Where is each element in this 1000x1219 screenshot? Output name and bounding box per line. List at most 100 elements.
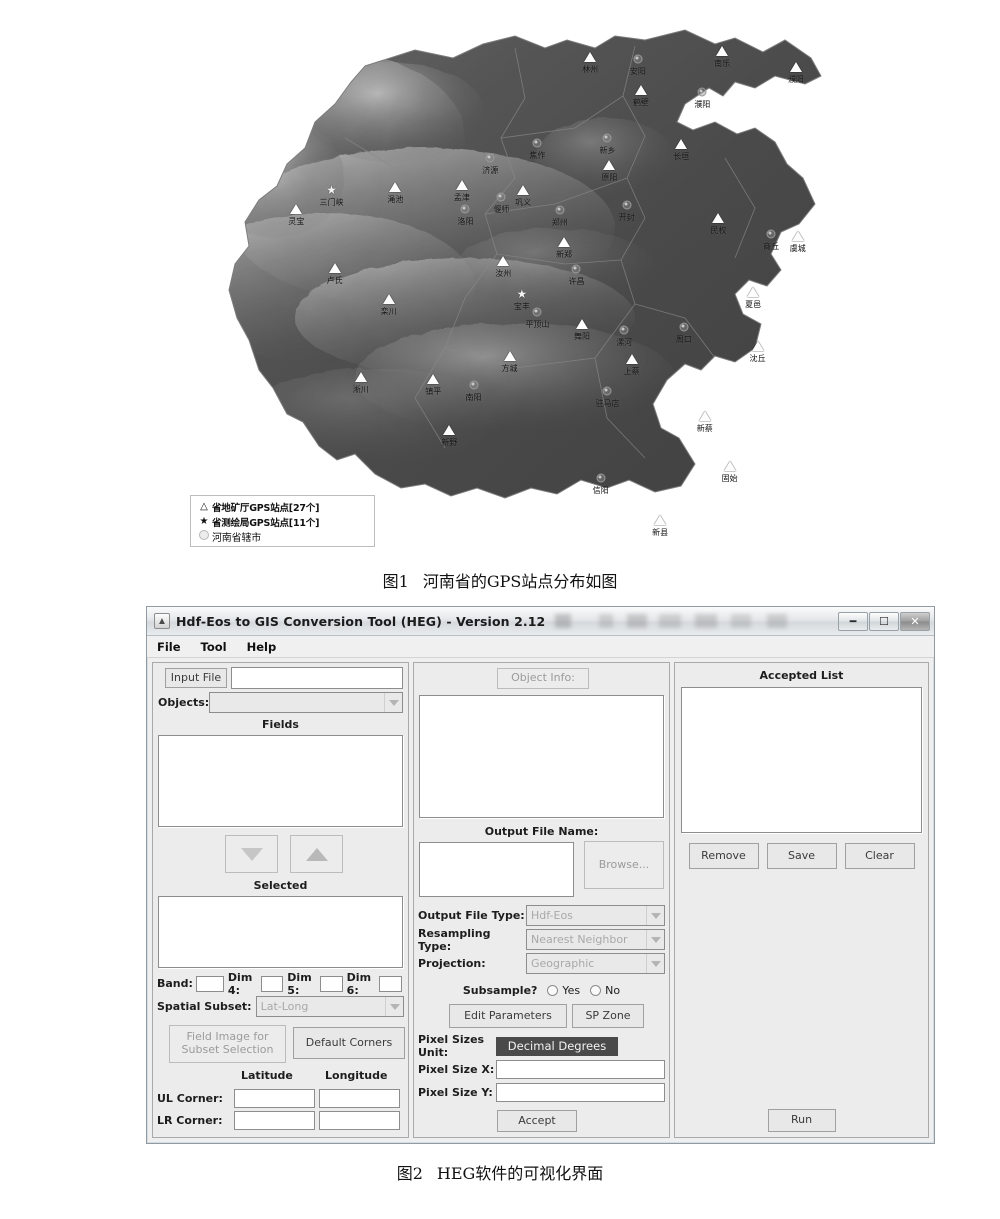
dim4-input[interactable] <box>260 975 284 992</box>
output-file-name-input[interactable] <box>419 842 574 897</box>
ul-corner-label: UL Corner: <box>157 1091 223 1105</box>
lr-corner-latitude-input[interactable] <box>233 1110 315 1130</box>
input-file-button[interactable]: Input File <box>165 668 227 688</box>
pixel-size-x-input[interactable] <box>496 1059 665 1079</box>
menu-help[interactable]: Help <box>247 640 277 654</box>
legend-item: △ 省地矿厅GPS站点[27个] <box>196 499 369 514</box>
sp-zone-button[interactable]: SP Zone <box>572 1004 644 1028</box>
dim6-cell: Dim 6: <box>346 970 403 997</box>
triangle-icon <box>427 374 440 385</box>
city-circle-icon <box>602 133 612 143</box>
move-down-button[interactable] <box>225 835 278 873</box>
gps-station-star-icon: ★ <box>326 184 337 196</box>
city-circle-icon <box>633 54 643 64</box>
close-button[interactable]: ✕ <box>900 611 930 631</box>
output-file-type-row: Output File Type: Hdf-Eos <box>418 905 665 926</box>
gps-station-triangle-icon <box>354 371 367 382</box>
circle-icon <box>596 473 606 483</box>
browse-button[interactable]: Browse... <box>584 841 664 889</box>
figure-1-caption: 图1 河南省的GPS站点分布如图 <box>0 568 1000 592</box>
circle-icon <box>633 54 643 64</box>
clear-button[interactable]: Clear <box>844 843 915 869</box>
triangle-icon <box>603 160 616 171</box>
resampling-type-dropdown[interactable]: Nearest Neighbor <box>526 929 665 950</box>
resampling-type-label: Resampling Type: <box>418 926 491 953</box>
save-button[interactable]: Save <box>766 843 837 869</box>
object-info-list[interactable] <box>419 695 664 818</box>
run-button[interactable]: Run <box>767 1109 836 1132</box>
figure-2-caption-text: HEG软件的可视化界面 <box>436 1164 604 1183</box>
output-file-type-dropdown[interactable]: Hdf-Eos <box>526 905 665 926</box>
menu-tool[interactable]: Tool <box>201 640 227 654</box>
triangle-icon <box>698 410 711 421</box>
city-circle-icon <box>469 380 479 390</box>
longitude-header: Longitude <box>325 1069 388 1082</box>
default-corners-button[interactable]: Default Corners <box>293 1027 405 1059</box>
gps-station-triangle-icon <box>427 374 440 385</box>
ul-corner-longitude-input[interactable] <box>318 1088 400 1108</box>
pixel-sizes-unit-value[interactable]: Decimal Degrees <box>496 1036 618 1056</box>
henan-relief-map: 林州 安阳 南乐 濮阳 鹤壁 濮阳 焦作 新乡 长垣 济源 原阳 ★ 三门峡 渑池 孟津 偃师 巩义 郑州 开封 民权… <box>215 18 835 538</box>
triangle-icon <box>576 318 589 329</box>
gps-station-triangle-icon <box>558 236 571 247</box>
dim4-cell: Dim 4: <box>228 971 284 997</box>
input-panel: Input File Objects: Fields Selected Band… <box>152 662 409 1138</box>
gps-station-triangle-icon <box>603 160 616 171</box>
accept-button[interactable]: Accept <box>497 1110 577 1132</box>
subsample-row: Subsample? Yes No <box>414 981 669 999</box>
maximize-button[interactable]: ☐ <box>869 611 899 631</box>
circle-icon <box>766 229 776 239</box>
move-up-button[interactable] <box>290 835 343 873</box>
radio-icon[interactable] <box>590 984 602 996</box>
dim5-input[interactable] <box>319 975 343 992</box>
circle-icon <box>602 386 612 396</box>
city-circle-icon <box>697 87 707 97</box>
circle-icon <box>469 380 479 390</box>
legend-item: 河南省辖市 <box>196 529 369 544</box>
dimension-row: Band: Dim 4: Dim 5: Dim 6: <box>157 971 404 997</box>
dim6-label: Dim 6: <box>346 970 372 997</box>
pixel-size-x-label: Pixel Size X: <box>418 1062 495 1076</box>
selected-list[interactable] <box>158 896 403 968</box>
spatial-subset-label: Spatial Subset: <box>157 1000 252 1013</box>
radio-icon[interactable] <box>547 984 559 996</box>
spatial-subset-dropdown[interactable]: Lat-Long <box>255 996 404 1017</box>
gps-station-triangle-icon <box>503 351 516 361</box>
edit-parameters-button[interactable]: Edit Parameters <box>449 1004 567 1028</box>
gps-station-triangle-icon <box>382 293 395 304</box>
object-info-button[interactable]: Object Info: <box>497 668 589 689</box>
field-image-subset-button[interactable]: Field Image for Subset Selection <box>169 1025 286 1063</box>
subsample-yes-option[interactable]: Yes <box>547 984 580 997</box>
remove-button[interactable]: Remove <box>688 843 759 869</box>
city-circle-icon <box>460 204 470 214</box>
window-titlebar[interactable]: ▲ Hdf-Eos to GIS Conversion Tool (HEG) -… <box>147 607 934 636</box>
triangle-icon <box>634 85 647 96</box>
map-legend: △ 省地矿厅GPS站点[27个] ★ 省测绘局GPS站点[11个] 河南省辖市 <box>190 495 375 547</box>
gps-station-triangle-icon <box>497 256 510 267</box>
minimize-button[interactable]: ━ <box>838 611 868 631</box>
subsample-no-option[interactable]: No <box>590 984 620 997</box>
title-blurred-text <box>555 614 829 628</box>
fields-list[interactable] <box>158 735 403 827</box>
city-circle-icon <box>555 205 565 215</box>
lr-corner-row: LR Corner: <box>157 1110 404 1130</box>
accepted-list[interactable] <box>681 687 922 833</box>
city-circle-icon <box>679 322 689 332</box>
band-input[interactable] <box>195 975 224 992</box>
lr-corner-longitude-input[interactable] <box>318 1110 400 1130</box>
ul-corner-latitude-input[interactable] <box>233 1088 315 1108</box>
gps-station-triangle-icon <box>584 52 597 62</box>
circle-icon <box>496 192 506 202</box>
triangle-icon <box>455 180 468 191</box>
pixel-size-y-input[interactable] <box>496 1082 665 1102</box>
dim6-input[interactable] <box>379 975 403 992</box>
band-cell: Band: <box>157 975 224 992</box>
city-circle-icon <box>622 200 632 210</box>
projection-dropdown[interactable]: Geographic <box>526 953 665 974</box>
menu-file[interactable]: File <box>157 640 181 654</box>
input-file-field[interactable] <box>231 667 403 689</box>
triangle-icon <box>443 425 456 436</box>
accepted-list-label: Accepted List <box>759 669 844 682</box>
objects-dropdown[interactable] <box>209 692 403 713</box>
accepted-actions-row: Remove Save Clear <box>681 843 922 869</box>
